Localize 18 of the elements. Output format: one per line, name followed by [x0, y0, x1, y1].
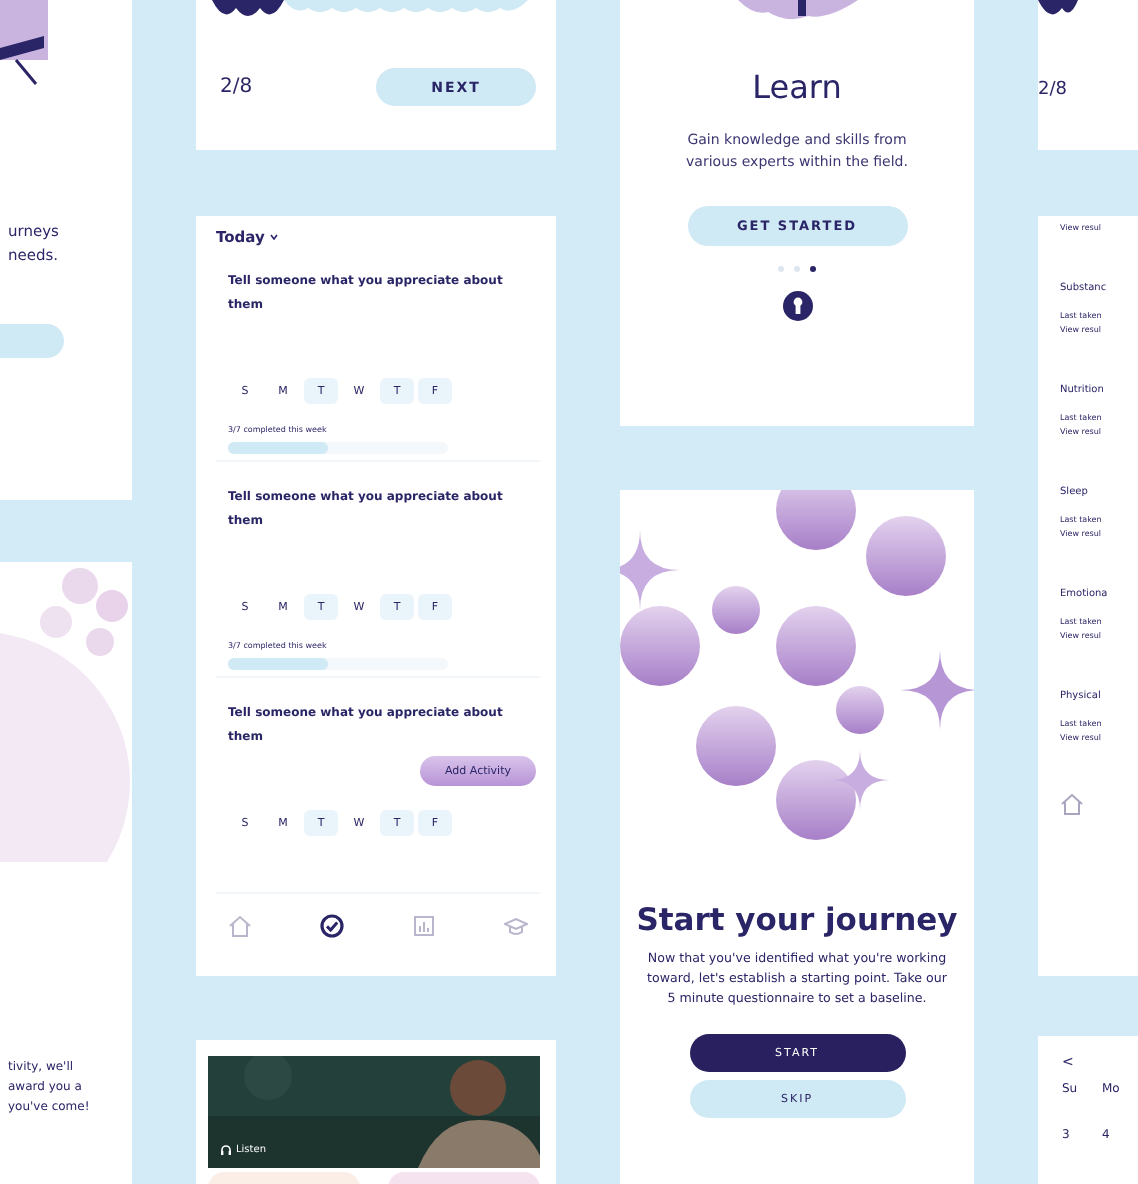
- page-dot[interactable]: [794, 266, 800, 272]
- page-dot[interactable]: [778, 266, 784, 272]
- caret-icon[interactable]: [270, 234, 279, 240]
- check-circle-icon[interactable]: [320, 914, 344, 938]
- headphones-icon: [220, 1144, 232, 1156]
- step-counter: 2/8: [1038, 80, 1069, 100]
- page-dot[interactable]: [810, 266, 816, 272]
- keyhole-icon[interactable]: [781, 290, 813, 322]
- home-icon[interactable]: [1060, 792, 1084, 816]
- screen-title: Start your journey: [636, 902, 958, 938]
- chart-icon[interactable]: [412, 914, 436, 938]
- illustration-drawing: [737, 0, 857, 24]
- graduation-cap-icon[interactable]: [504, 914, 528, 938]
- pill-button[interactable]: [0, 324, 64, 358]
- home-icon[interactable]: [228, 914, 252, 938]
- screen-title: Learn: [752, 68, 842, 106]
- step-counter: 2/8: [220, 76, 253, 98]
- illustration-drawing: [0, 0, 52, 88]
